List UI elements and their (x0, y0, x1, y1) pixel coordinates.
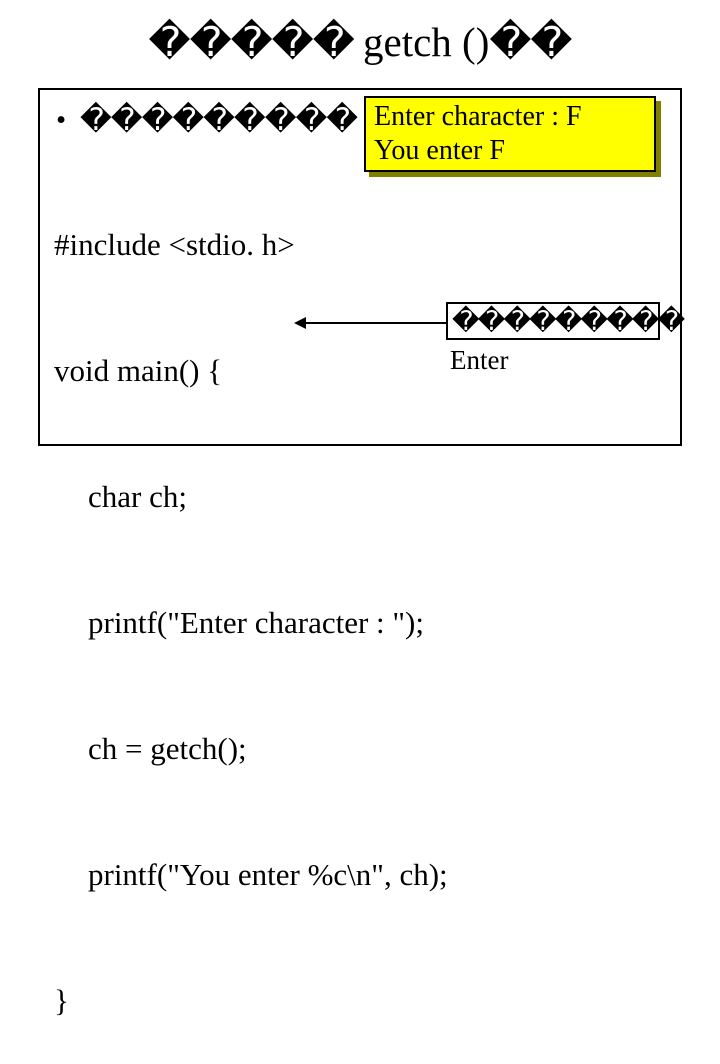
code-line-getch: ch = getch(); (54, 728, 448, 770)
title-boxes-right: �� (489, 19, 571, 65)
title-function: getch () (363, 19, 489, 65)
code-line-printf2: printf("You enter %c\n", ch); (54, 854, 448, 896)
output-line-1: Enter character : F (374, 100, 646, 134)
enter-label: Enter (450, 345, 508, 376)
output-box: Enter character : F You enter F (364, 96, 656, 172)
code-line-printf1: printf("Enter character : "); (54, 602, 448, 644)
code-line-include: #include <stdio. h> (54, 224, 448, 266)
code-line-closebrace: } (54, 980, 448, 1022)
slide-title: ����� getch ()�� (0, 18, 720, 66)
code-line-char: char ch; (54, 476, 448, 518)
bullet-marker: • (56, 104, 66, 137)
output-line-2: You enter F (374, 134, 646, 168)
arrow-line (300, 322, 446, 324)
code-line-main: void main() { (54, 350, 448, 392)
bullet-boxes: ��������� (80, 102, 357, 138)
code-block: #include <stdio. h> void main() { char c… (54, 140, 448, 1064)
annotation-box: ��������� (446, 302, 660, 340)
title-boxes-left: ����� (149, 19, 363, 65)
